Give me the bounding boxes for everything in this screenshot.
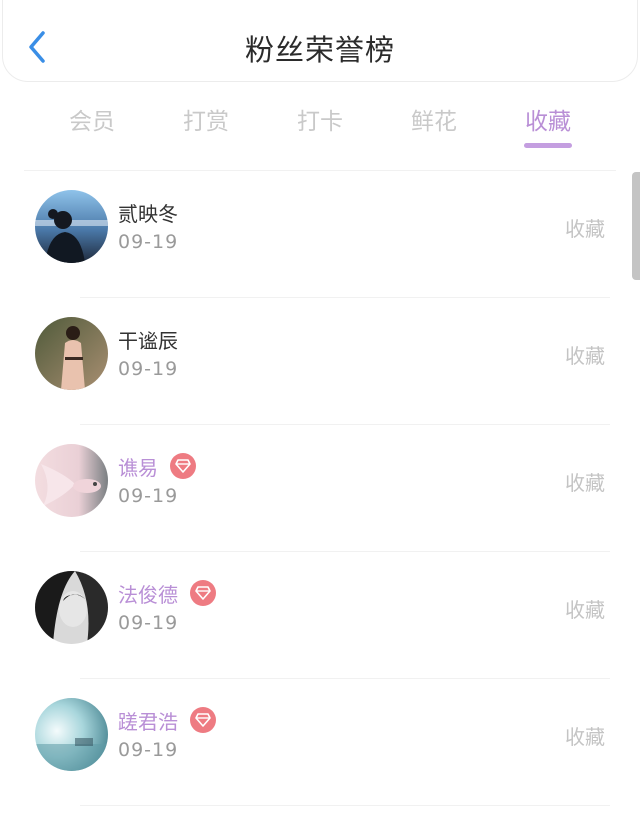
fan-name: 谯易 xyxy=(118,455,158,480)
fan-date: 09-19 xyxy=(118,358,179,380)
fan-name: 法俊德 xyxy=(118,582,178,607)
header-bar: 粉丝荣誉榜 xyxy=(2,0,638,82)
tab-bar: 会员 打赏 打卡 鲜花 收藏 xyxy=(0,96,640,156)
active-tab-indicator xyxy=(524,143,572,148)
avatar[interactable] xyxy=(35,444,108,517)
action-label: 收藏 xyxy=(565,598,605,622)
fan-name: 干谧辰 xyxy=(118,328,178,353)
fan-name: 贰映冬 xyxy=(118,201,178,226)
divider xyxy=(80,805,610,806)
tab-flowers[interactable]: 鲜花 xyxy=(394,102,474,136)
vip-diamond-icon xyxy=(190,580,216,606)
list-item[interactable]: 干谧辰 09-19 收藏 xyxy=(0,298,640,425)
avatar[interactable] xyxy=(35,698,108,771)
list-item[interactable]: 谯易 09-19 收藏 xyxy=(0,425,640,552)
fan-date: 09-19 xyxy=(118,612,179,634)
avatar[interactable] xyxy=(35,190,108,263)
avatar[interactable] xyxy=(35,317,108,390)
list-item[interactable]: 蹉君浩 09-19 收藏 xyxy=(0,679,640,806)
list-item[interactable]: 法俊德 09-19 收藏 xyxy=(0,552,640,679)
vip-diamond-icon xyxy=(170,453,196,479)
tab-member[interactable]: 会员 xyxy=(52,102,132,136)
vip-diamond-icon xyxy=(190,707,216,733)
fan-date: 09-19 xyxy=(118,739,179,761)
fan-date: 09-19 xyxy=(118,485,179,507)
action-label: 收藏 xyxy=(565,471,605,495)
scrollbar[interactable] xyxy=(632,172,640,280)
avatar[interactable] xyxy=(35,571,108,644)
fan-date: 09-19 xyxy=(118,231,179,253)
action-label: 收藏 xyxy=(565,725,605,749)
action-label: 收藏 xyxy=(565,344,605,368)
page-title: 粉丝荣誉榜 xyxy=(244,33,395,67)
fan-name: 蹉君浩 xyxy=(118,709,178,734)
tab-reward[interactable]: 打赏 xyxy=(166,102,246,136)
tab-favorites[interactable]: 收藏 xyxy=(508,102,588,136)
action-label: 收藏 xyxy=(565,217,605,241)
list-item[interactable]: 贰映冬 09-19 收藏 xyxy=(0,171,640,298)
fan-list: 贰映冬 09-19 收藏 干谧辰 09-19 收藏 谯易 09-19 收藏 法俊… xyxy=(0,171,640,806)
fan-honor-page: 粉丝荣誉榜 会员 打赏 打卡 鲜花 收藏 贰映冬 09-19 收藏 干谧辰 09… xyxy=(0,0,640,820)
tab-checkin[interactable]: 打卡 xyxy=(280,102,360,136)
